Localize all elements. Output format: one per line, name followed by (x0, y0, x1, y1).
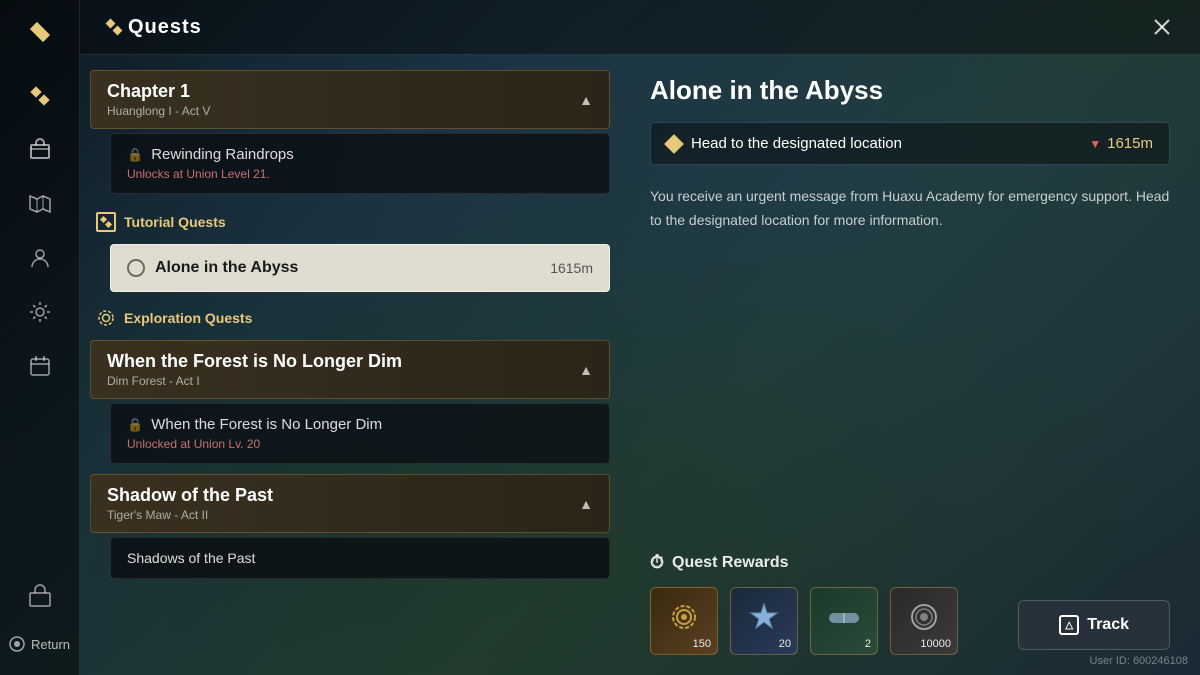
objective-distance-value: 1615m (1107, 135, 1153, 152)
sidebar-item-character[interactable] (18, 236, 62, 280)
track-button-label: Track (1087, 616, 1129, 634)
quest-objective-text: Head to the designated location (691, 135, 902, 152)
reward-icon-0 (667, 600, 701, 641)
distance-arrow-icon: ▼ (1089, 137, 1101, 151)
chapter-title-forest: When the Forest is No Longer Dim (107, 351, 579, 372)
tutorial-section-label-text: Tutorial Quests (124, 214, 226, 230)
tutorial-quests-section-label: Tutorial Quests (90, 204, 610, 240)
reward-count-2: 2 (865, 638, 871, 650)
track-button[interactable]: △ Track (1018, 600, 1170, 650)
quest-name-shadows-past: Shadows of the Past (127, 550, 255, 566)
quest-objective-distance: ▼ 1615m (1089, 135, 1153, 152)
rewards-icon: ⏱ (650, 552, 664, 573)
reward-item-2: 2 (810, 587, 878, 655)
chapter-chevron-1: ▲ (579, 92, 593, 108)
header-title: Quests (128, 16, 202, 39)
sidebar-logo (18, 10, 62, 54)
quest-unlock-rewinding-raindrops: Unlocks at Union Level 21. (127, 167, 593, 181)
lock-icon-1: 🔒 (127, 147, 143, 163)
chapter-chevron-shadow: ▲ (579, 496, 593, 512)
lock-icon-forest: 🔒 (127, 417, 143, 433)
sidebar-item-settings[interactable] (18, 290, 62, 334)
reward-count-0: 150 (693, 638, 711, 650)
quest-name-rewinding-raindrops: Rewinding Raindrops (151, 146, 294, 163)
reward-item-3: 10000 (890, 587, 958, 655)
chapter-info-1: Chapter 1 Huanglong I - Act V (107, 81, 579, 118)
quest-item-rewinding-raindrops[interactable]: 🔒 Rewinding Raindrops Unlocks at Union L… (110, 133, 610, 194)
chapter-group-1: Chapter 1 Huanglong I - Act V ▲ 🔒 Rewind… (90, 70, 610, 194)
header: Quests (80, 0, 1200, 55)
quest-detail-panel: Alone in the Abyss Head to the designate… (620, 55, 1200, 675)
chapter-subtitle-forest: Dim Forest - Act I (107, 374, 579, 388)
reward-count-1: 20 (779, 638, 791, 650)
quest-list-panel: Chapter 1 Huanglong I - Act V ▲ 🔒 Rewind… (80, 55, 620, 675)
exploration-section-icon (96, 308, 116, 328)
sidebar-bottom: Return (0, 574, 79, 675)
chapter-group-forest: When the Forest is No Longer Dim Dim For… (90, 340, 610, 464)
close-button[interactable] (1144, 9, 1180, 45)
chapter-header-shadow[interactable]: Shadow of the Past Tiger's Maw - Act II … (90, 474, 610, 533)
tutorial-section-icon (96, 212, 116, 232)
chapter-header-forest[interactable]: When the Forest is No Longer Dim Dim For… (90, 340, 610, 399)
chapter-group-shadow: Shadow of the Past Tiger's Maw - Act II … (90, 474, 610, 579)
sidebar-item-quests[interactable] (18, 74, 62, 118)
rewards-title-text: Quest Rewards (672, 554, 788, 572)
objective-diamond-icon (664, 134, 684, 154)
sidebar-item-events[interactable] (18, 344, 62, 388)
quest-item-shadows-past[interactable]: Shadows of the Past (110, 537, 610, 579)
quest-unlock-forest-dim: Unlocked at Union Lv. 20 (127, 437, 593, 451)
reward-item-0: 150 (650, 587, 718, 655)
quest-circle-icon-abyss (127, 259, 145, 277)
sidebar-item-map[interactable] (18, 182, 62, 226)
chapter-subtitle-1: Huanglong I - Act V (107, 104, 579, 118)
reward-icon-2 (827, 604, 861, 636)
chapter-chevron-forest: ▲ (579, 362, 593, 378)
main-content: Chapter 1 Huanglong I - Act V ▲ 🔒 Rewind… (80, 55, 1200, 675)
sidebar-item-guild[interactable] (18, 128, 62, 172)
quest-distance-alone-abyss: 1615m (550, 260, 593, 276)
reward-item-1: 20 (730, 587, 798, 655)
quest-objective-bar: Head to the designated location ▼ 1615m (650, 122, 1170, 165)
quest-detail-description: You receive an urgent message from Huaxu… (650, 185, 1170, 233)
chapter-header-1[interactable]: Chapter 1 Huanglong I - Act V ▲ (90, 70, 610, 129)
track-button-icon: △ (1059, 615, 1079, 635)
quest-detail-title: Alone in the Abyss (650, 75, 1170, 106)
chapter-info-shadow: Shadow of the Past Tiger's Maw - Act II (107, 485, 579, 522)
sidebar-item-inventory[interactable] (18, 574, 62, 618)
quest-name-forest-dim: When the Forest is No Longer Dim (151, 416, 382, 433)
chapter-info-forest: When the Forest is No Longer Dim Dim For… (107, 351, 579, 388)
quest-name-alone-abyss: Alone in the Abyss (155, 259, 298, 277)
exploration-quests-section-label: Exploration Quests (90, 300, 610, 336)
quest-item-forest-dim[interactable]: 🔒 When the Forest is No Longer Dim Unloc… (110, 403, 610, 464)
sidebar: Return (0, 0, 80, 675)
return-label: Return (31, 637, 70, 652)
quest-item-alone-abyss[interactable]: Alone in the Abyss 1615m (110, 244, 610, 292)
exploration-section-label-text: Exploration Quests (124, 310, 252, 326)
chapter-title-1: Chapter 1 (107, 81, 579, 102)
return-button[interactable]: Return (1, 628, 78, 660)
header-gem-icon (100, 13, 128, 41)
reward-count-3: 10000 (920, 638, 951, 650)
reward-icon-3 (907, 600, 941, 641)
user-id-display: User ID: 600246108 (1090, 655, 1188, 667)
chapter-subtitle-shadow: Tiger's Maw - Act II (107, 508, 579, 522)
reward-icon-1 (747, 600, 781, 641)
chapter-title-shadow: Shadow of the Past (107, 485, 579, 506)
